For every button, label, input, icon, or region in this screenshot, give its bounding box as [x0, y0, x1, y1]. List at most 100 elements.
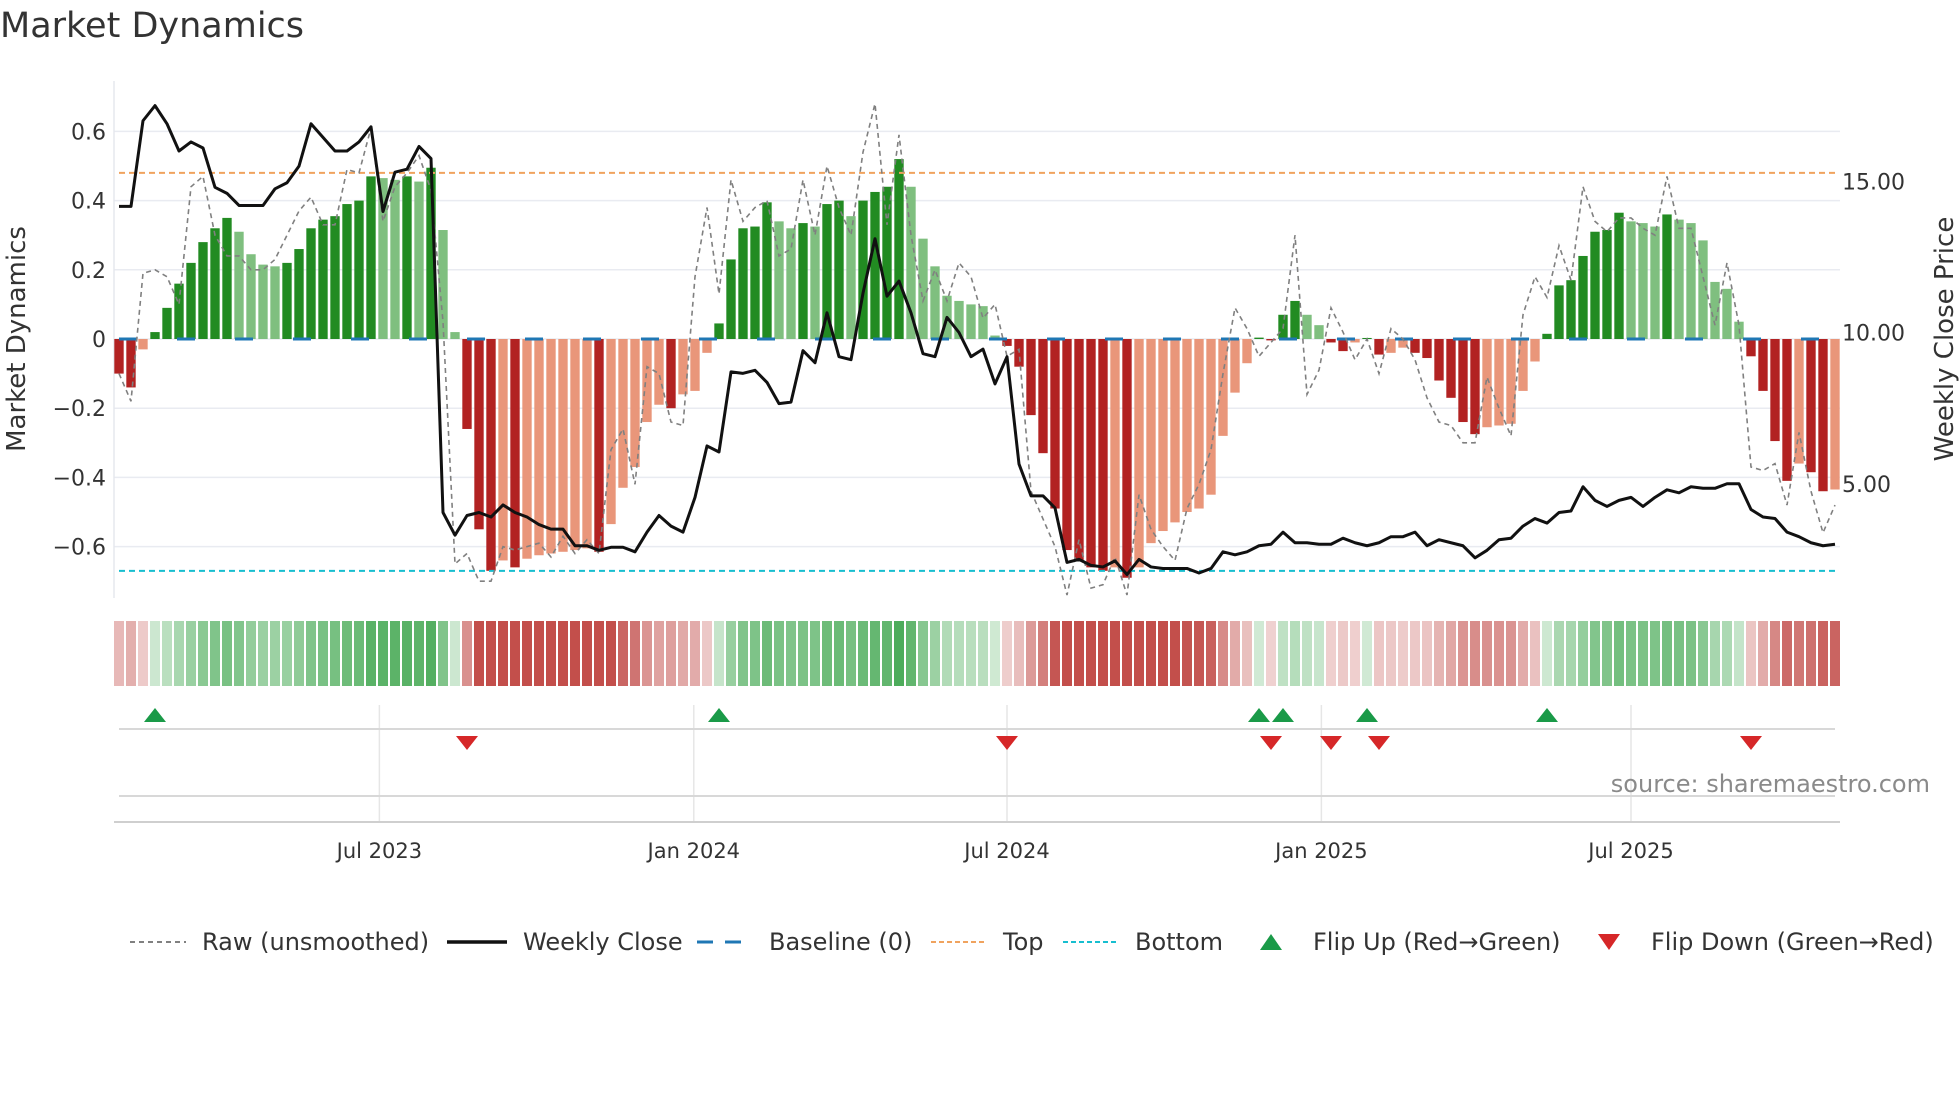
momentum-bar [810, 226, 820, 339]
regime-strip-cell [354, 621, 364, 686]
regime-strip-cell [978, 621, 988, 686]
momentum-bar [1662, 214, 1672, 339]
regime-strip-cell [1098, 621, 1108, 686]
momentum-bar [1242, 339, 1252, 364]
legend-item-bottom[interactable]: Bottom [1063, 922, 1223, 962]
legend-item-close[interactable]: Weekly Close [447, 922, 683, 962]
regime-strip-cell [1578, 621, 1588, 686]
regime-strip-cell [390, 621, 400, 686]
regime-strip-cell [378, 621, 388, 686]
momentum-bar [1098, 339, 1108, 571]
top-line-swatch-icon [931, 941, 987, 943]
raw-series-line [118, 103, 1836, 596]
regime-strip-cell [642, 621, 652, 686]
regime-strip-cell [1734, 621, 1744, 686]
momentum-bar [1134, 339, 1144, 568]
regime-strip-cell [1506, 621, 1516, 686]
regime-strip-cell [1218, 621, 1228, 686]
regime-strip-cell [1830, 621, 1840, 686]
regime-strip-cell [762, 621, 772, 686]
momentum-bar [522, 339, 532, 559]
legend-label-close: Weekly Close [523, 928, 683, 956]
momentum-bar [474, 339, 484, 530]
regime-strip-cell [882, 621, 892, 686]
legend-item-raw[interactable]: Raw (unsmoothed) [130, 922, 429, 962]
regime-strip-cell [1770, 621, 1780, 686]
y-tick-label: 0 [92, 328, 106, 353]
x-tick-label: Jan 2025 [1273, 839, 1368, 863]
y-tick-label: −0.2 [53, 397, 106, 422]
regime-strip-cell [1530, 621, 1540, 686]
momentum-bar [1026, 339, 1036, 416]
x-tick-label: Jul 2025 [1586, 839, 1673, 863]
y-tick-label: −0.4 [53, 466, 106, 491]
legend-item-flip-down[interactable]: Flip Down (Green→Red) [1597, 922, 1934, 962]
regime-strip-cell [1278, 621, 1288, 686]
momentum-bar [1674, 219, 1684, 339]
regime-strip-cell [1434, 621, 1444, 686]
momentum-bar [978, 306, 988, 339]
regime-strip-cell [1350, 621, 1360, 686]
momentum-bar [726, 259, 736, 339]
y-tick-label: 0.4 [71, 190, 106, 215]
regime-strip-cell [1338, 621, 1348, 686]
momentum-bar [198, 242, 208, 339]
momentum-bar [294, 249, 304, 339]
momentum-bar [606, 339, 616, 525]
regime-strip-cell [234, 621, 244, 686]
momentum-bar [870, 191, 880, 339]
regime-strip-cell [858, 621, 868, 686]
momentum-bar [114, 339, 124, 374]
momentum-bar [186, 262, 196, 339]
momentum-bar [1686, 223, 1696, 339]
regime-strip-cell [450, 621, 460, 686]
triangle-up-icon [1260, 934, 1282, 950]
momentum-bar [1062, 339, 1072, 551]
y2-tick-label: 10.00 [1842, 322, 1905, 347]
momentum-bar [1290, 300, 1300, 339]
momentum-bar [1494, 339, 1504, 426]
legend-item-baseline[interactable]: Baseline (0) [697, 922, 912, 962]
momentum-bar [366, 176, 376, 339]
momentum-bar [570, 339, 580, 551]
regime-strip-cell [1818, 621, 1828, 686]
regime-strip-cell [942, 621, 952, 686]
regime-strip-cell [1086, 621, 1096, 686]
momentum-bar [498, 339, 508, 561]
triangle-down-icon [1598, 934, 1620, 950]
regime-strip-cell [726, 621, 736, 686]
regime-strip-cell [786, 621, 796, 686]
momentum-bar [1650, 226, 1660, 339]
momentum-bar [1542, 333, 1552, 339]
regime-strip-cell [690, 621, 700, 686]
bottom-line-swatch-icon [1063, 941, 1119, 943]
regime-strip-cell [1254, 621, 1264, 686]
momentum-bar [1566, 280, 1576, 339]
momentum-bar [750, 226, 760, 339]
regime-strip-cell [1650, 621, 1660, 686]
momentum-bar [1158, 339, 1168, 532]
regime-strip-cell [1794, 621, 1804, 686]
flip-down-marker [1260, 736, 1282, 750]
legend-label-raw: Raw (unsmoothed) [202, 928, 430, 956]
regime-strip-cell [1554, 621, 1564, 686]
momentum-bar [402, 176, 412, 339]
regime-strip-cell [798, 621, 808, 686]
momentum-bar [1434, 339, 1444, 381]
regime-strip-cell [1542, 621, 1552, 686]
regime-strip-cell [1806, 621, 1816, 686]
legend-item-flip-up[interactable]: Flip Up (Red→Green) [1259, 922, 1561, 962]
momentum-bar [1446, 339, 1456, 398]
regime-strip-cell [1374, 621, 1384, 686]
momentum-bar [1458, 339, 1468, 423]
momentum-bar [150, 332, 160, 339]
regime-strip-cell [1158, 621, 1168, 686]
flip-down-marker [456, 736, 478, 750]
regime-strip-cell [1266, 621, 1276, 686]
momentum-bar [138, 339, 148, 350]
regime-strip-cell [1194, 621, 1204, 686]
regime-strip-cell [366, 621, 376, 686]
momentum-bar [1626, 221, 1636, 339]
legend-item-top[interactable]: Top [931, 922, 1044, 962]
regime-strip-cell [1746, 621, 1756, 686]
